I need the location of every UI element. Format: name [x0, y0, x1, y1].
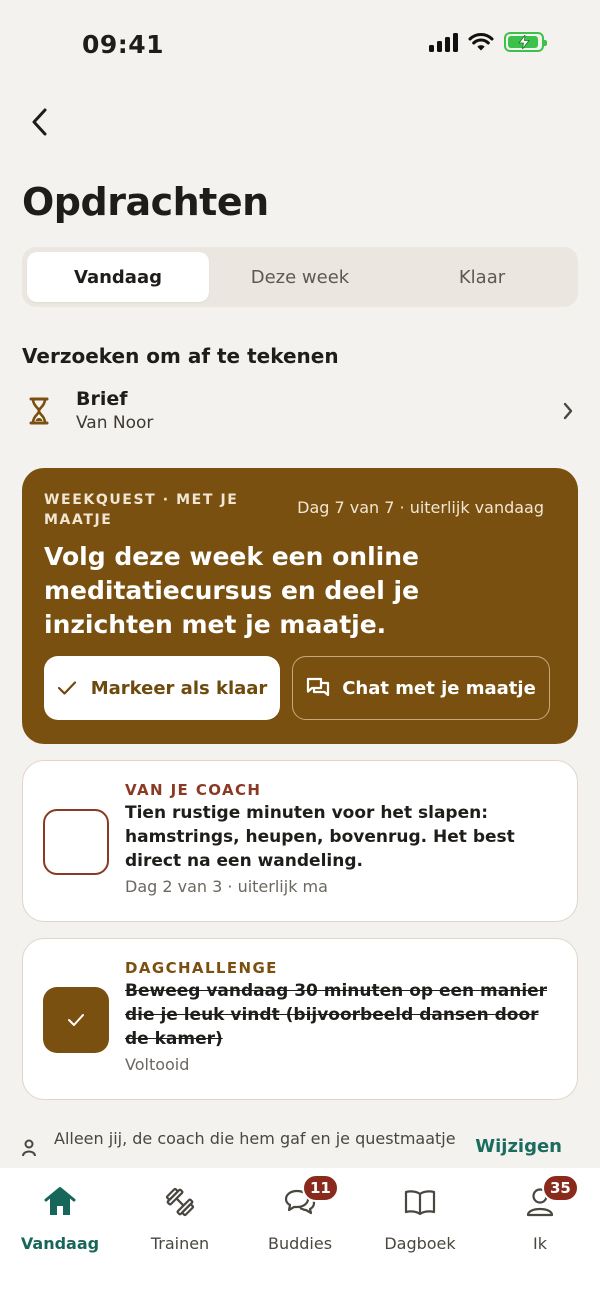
tab-deze-week[interactable]: Deze week — [209, 252, 391, 302]
task-text: Beweeg vandaag 30 minuten op een manier … — [125, 981, 548, 1049]
task-text: Tien rustige minuten voor het slapen: ha… — [125, 803, 515, 871]
profile-badge: 35 — [542, 1174, 579, 1202]
weekquest-label: WEEKQUEST · MET JE MAATJE — [44, 492, 239, 528]
nav-label: Dagboek — [384, 1234, 456, 1253]
check-icon — [57, 681, 76, 695]
status-icons — [429, 32, 547, 52]
task-label: DAGCHALLENGE — [125, 959, 278, 977]
nav-label: Trainen — [150, 1234, 210, 1253]
book-icon — [402, 1184, 438, 1220]
page-title: Opdrachten — [22, 180, 269, 224]
weekquest-due: Dag 7 van 7 · uiterlijk vandaag — [297, 498, 544, 517]
task-card-coach: VAN JE COACH Tien rustige minuten voor h… — [22, 760, 578, 922]
nav-item-dagboek[interactable]: Dagboek — [360, 1168, 480, 1304]
request-text: Brief Van Noor — [76, 387, 558, 435]
task-body: VAN JE COACH Tien rustige minuten voor h… — [125, 779, 559, 900]
weekquest-card: WEEKQUEST · MET JE MAATJE Dag 7 van 7 · … — [22, 468, 578, 744]
nav-label: Ik — [533, 1234, 547, 1253]
wifi-icon — [468, 32, 494, 51]
segmented-tabs: Vandaag Deze week Klaar — [22, 247, 578, 307]
nav-label: Buddies — [267, 1234, 333, 1253]
status-bar: 09:41 — [0, 0, 600, 90]
hourglass-icon — [22, 394, 56, 428]
check-icon — [68, 1014, 84, 1026]
task-label: VAN JE COACH — [125, 781, 262, 799]
buddies-badge: 11 — [302, 1174, 339, 1202]
task-meta: Dag 2 van 3 · uiterlijk ma — [125, 877, 328, 896]
mark-done-label: Markeer als klaar — [90, 677, 268, 699]
chevron-left-icon — [32, 108, 47, 136]
request-subtitle: Van Noor — [76, 413, 154, 433]
task-body: DAGCHALLENGE Beweeg vandaag 30 minuten o… — [125, 957, 559, 1078]
battery-icon — [504, 32, 547, 52]
task-meta: Voltooid — [125, 1055, 190, 1074]
bottom-nav: Vandaag Trainen 11 Buddies Dagboek 35 Ik — [0, 1168, 600, 1304]
nav-item-buddies[interactable]: 11 Buddies — [240, 1168, 360, 1304]
section-title-requests: Verzoeken om af te tekenen — [22, 344, 339, 368]
mark-done-button[interactable]: Markeer als klaar — [44, 656, 280, 720]
nav-item-ik[interactable]: 35 Ik — [480, 1168, 600, 1304]
chat-buddy-button[interactable]: Chat met je maatje — [292, 656, 550, 720]
nav-label: Vandaag — [20, 1234, 100, 1253]
task-checkbox-checked[interactable] — [43, 987, 109, 1053]
tab-klaar[interactable]: Klaar — [391, 252, 573, 302]
nav-item-vandaag[interactable]: Vandaag — [0, 1168, 120, 1304]
back-button[interactable] — [22, 104, 58, 140]
request-title: Brief — [76, 388, 128, 410]
weekquest-text: Volg deze week een online meditatiecursu… — [44, 542, 420, 639]
chat-icon — [307, 677, 330, 697]
edit-privacy-link[interactable]: Wijzigen — [475, 1136, 562, 1157]
task-checkbox[interactable] — [43, 809, 109, 875]
chevron-right-icon — [558, 401, 578, 421]
tab-vandaag[interactable]: Vandaag — [27, 252, 209, 302]
cellular-signal-icon — [429, 32, 458, 52]
chat-buddy-label: Chat met je maatje — [342, 677, 536, 699]
request-item[interactable]: Brief Van Noor — [22, 382, 578, 440]
home-icon — [42, 1184, 78, 1220]
people-icon — [22, 1139, 36, 1157]
dumbbell-icon — [162, 1184, 198, 1220]
privacy-row: Alleen jij, de coach die hem gaf en je q… — [22, 1126, 578, 1166]
privacy-text: Alleen jij, de coach die hem gaf en je q… — [54, 1129, 456, 1148]
task-card-dagchallenge: DAGCHALLENGE Beweeg vandaag 30 minuten o… — [22, 938, 578, 1100]
status-time: 09:41 — [82, 30, 165, 59]
nav-item-trainen[interactable]: Trainen — [120, 1168, 240, 1304]
